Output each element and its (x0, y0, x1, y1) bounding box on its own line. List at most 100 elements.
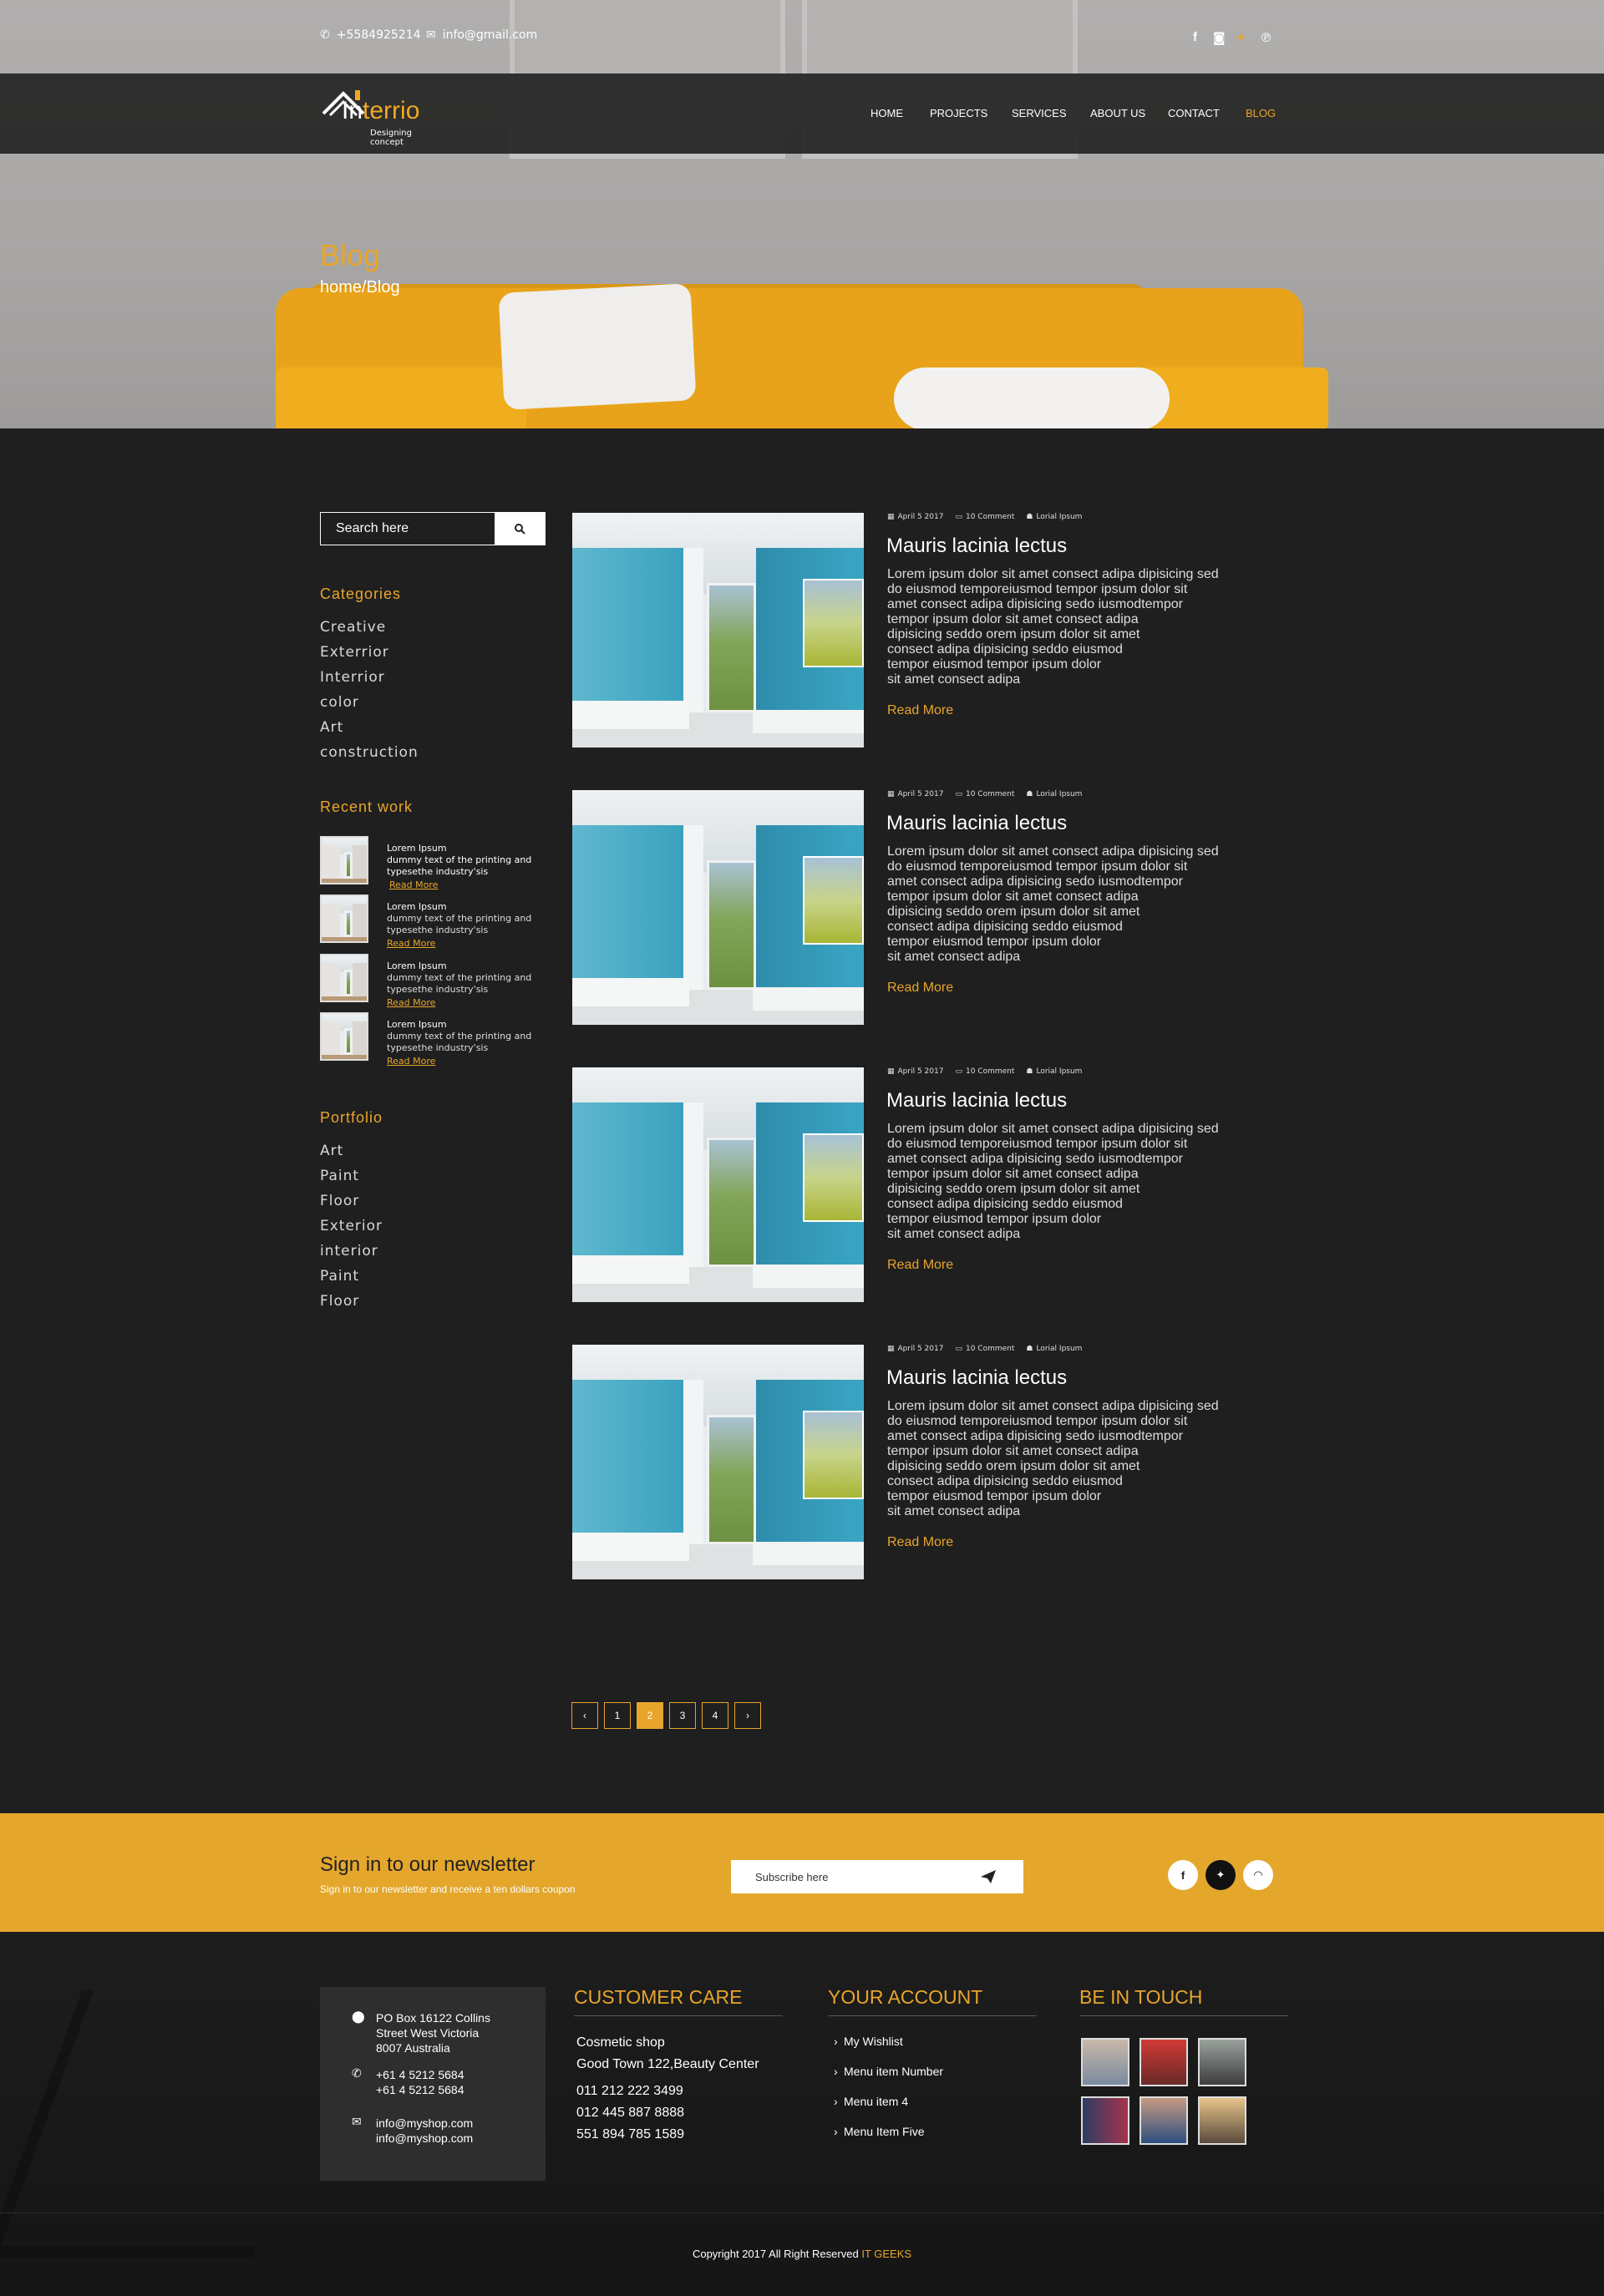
category-creative[interactable]: Creative (320, 619, 386, 636)
pagination-page-3[interactable]: 3 (669, 1702, 696, 1729)
category-color[interactable]: color (320, 694, 359, 711)
post-author[interactable]: Lorial Ipsum (1036, 790, 1082, 798)
recent-work-thumb[interactable] (320, 895, 368, 943)
nav-about-us[interactable]: ABOUT US (1090, 107, 1145, 119)
category-exterrior[interactable]: Exterrior (320, 644, 389, 661)
main-navbar: Interrio Designing concept HOME PROJECTS… (0, 73, 1604, 154)
gallery-photo[interactable] (1198, 2038, 1246, 2086)
user-icon: ☗ (1026, 1345, 1033, 1353)
post-image[interactable] (572, 790, 864, 1025)
comment-icon: ▭ (955, 1345, 962, 1353)
post-meta: ▦ April 5 2017 ▭ 10 Comment ☗ Lorial Ipsum (887, 790, 1082, 798)
post-read-more[interactable]: Read More (887, 981, 953, 996)
pagination-page-4[interactable]: 4 (702, 1702, 728, 1729)
recent-work-thumb[interactable] (320, 954, 368, 1002)
post-comments[interactable]: 10 Comment (966, 1345, 1014, 1353)
post-excerpt: Lorem ipsum dolor sit amet consect adipa… (887, 844, 1219, 964)
twitter-icon[interactable]: ✦ (1206, 1860, 1236, 1890)
post-read-more[interactable]: Read More (887, 1258, 953, 1273)
post-title[interactable]: Mauris lacinia lectus (886, 1366, 1067, 1390)
copyright: Copyright 2017 All Right Reserved IT GEE… (692, 2248, 912, 2260)
gallery-photo[interactable] (1198, 2096, 1246, 2145)
post-title[interactable]: Mauris lacinia lectus (886, 812, 1067, 835)
post-comments[interactable]: 10 Comment (966, 1067, 1014, 1076)
footer: ⬤ PO Box 16122 Collins Street West Victo… (0, 1932, 1604, 2296)
post-read-more[interactable]: Read More (887, 1535, 953, 1550)
account-link-menu-4[interactable]: Menu item 4 (844, 2095, 908, 2108)
post-read-more[interactable]: Read More (887, 703, 953, 718)
facebook-icon[interactable]: f (1168, 1860, 1198, 1890)
pinterest-icon[interactable]: ℗ (1260, 30, 1272, 45)
logo-text: Interrio (342, 97, 420, 124)
gallery-photo[interactable] (1081, 2096, 1129, 2145)
category-interrior[interactable]: Interrior (320, 669, 385, 686)
comment-icon: ▭ (955, 1067, 962, 1076)
nav-services[interactable]: SERVICES (1012, 107, 1067, 119)
recent-work-title: Lorem Ipsum (387, 960, 447, 971)
post-comments[interactable]: 10 Comment (966, 513, 1014, 521)
facebook-icon[interactable]: f (1193, 30, 1197, 44)
nav-projects[interactable]: PROJECTS (930, 107, 987, 119)
phone-contact[interactable]: ✆ +5584925214 (320, 28, 421, 42)
account-link-wishlist[interactable]: My Wishlist (844, 2035, 903, 2048)
recent-work-heading: Recent work (320, 798, 414, 815)
breadcrumb[interactable]: home/Blog (320, 278, 400, 297)
nav-contact[interactable]: CONTACT (1168, 107, 1220, 119)
post-image[interactable] (572, 1345, 864, 1579)
recent-work-read-more[interactable]: Read More (387, 938, 435, 949)
comment-icon: ▭ (955, 513, 962, 521)
nav-blog[interactable]: BLOG (1246, 107, 1276, 119)
portfolio-link-exterior[interactable]: Exterior (320, 1218, 383, 1234)
portfolio-link-art[interactable]: Art (320, 1143, 343, 1159)
phone-icon: ✆ (352, 2067, 362, 2081)
gallery-photo[interactable] (1140, 2038, 1188, 2086)
search-button[interactable] (495, 513, 545, 545)
portfolio-link-floor[interactable]: Floor (320, 1293, 359, 1310)
send-icon (981, 1870, 996, 1883)
brand-link[interactable]: IT GEEKS (861, 2248, 911, 2260)
recent-work-text: dummy text of the printing and typesethe… (387, 854, 532, 877)
post-title[interactable]: Mauris lacinia lectus (886, 1089, 1067, 1113)
post-title[interactable]: Mauris lacinia lectus (886, 535, 1067, 558)
email-contact[interactable]: ✉ info@gmail.com (426, 28, 537, 42)
portfolio-link-floor[interactable]: Floor (320, 1193, 359, 1209)
recent-work-thumb[interactable] (320, 1012, 368, 1061)
category-art[interactable]: Art (320, 719, 343, 736)
top-bar: ✆ +5584925214 ✉ info@gmail.com f ◙ ✦ ℗ (0, 0, 1604, 73)
twitter-icon[interactable]: ✦ (1236, 30, 1246, 45)
post-comments[interactable]: 10 Comment (966, 790, 1014, 798)
instagram-icon[interactable]: ◙ (1213, 30, 1226, 45)
post-author[interactable]: Lorial Ipsum (1036, 513, 1082, 521)
post-image[interactable] (572, 513, 864, 748)
recent-work-read-more[interactable]: Read More (387, 997, 435, 1008)
gallery-photo[interactable] (1081, 2038, 1129, 2086)
email-text[interactable]: info@myshop.com info@myshop.com (376, 2116, 473, 2146)
gallery-photo[interactable] (1140, 2096, 1188, 2145)
recent-work-read-more[interactable]: Read More (387, 1056, 435, 1067)
category-construction[interactable]: construction (320, 744, 419, 761)
contact-box: ⬤ PO Box 16122 Collins Street West Victo… (320, 1987, 546, 2181)
user-icon: ☗ (1026, 790, 1033, 798)
recent-work-read-more[interactable]: Read More (389, 879, 438, 890)
rss-icon[interactable]: ◠ (1243, 1860, 1273, 1890)
phone-number: +5584925214 (336, 28, 421, 42)
pagination-page-1[interactable]: 1 (604, 1702, 631, 1729)
logo[interactable]: Interrio Designing concept (320, 87, 437, 147)
pagination-prev[interactable]: ‹ (571, 1702, 598, 1729)
portfolio-link-paint[interactable]: Paint (320, 1168, 359, 1184)
post-image[interactable] (572, 1067, 864, 1302)
user-icon: ☗ (1026, 513, 1033, 521)
post-author[interactable]: Lorial Ipsum (1036, 1345, 1082, 1353)
nav-home[interactable]: HOME (871, 107, 903, 119)
portfolio-link-interior[interactable]: interior (320, 1243, 378, 1260)
pagination-next[interactable]: › (734, 1702, 761, 1729)
account-link-menu-five[interactable]: Menu Item Five (844, 2125, 924, 2138)
post-author[interactable]: Lorial Ipsum (1036, 1067, 1082, 1076)
newsletter-submit-button[interactable] (976, 1865, 1001, 1888)
search-input[interactable] (321, 513, 495, 545)
recent-work-thumb[interactable] (320, 836, 368, 884)
pagination-page-2[interactable]: 2 (637, 1702, 663, 1729)
portfolio-link-paint[interactable]: Paint (320, 1268, 359, 1285)
post-date: April 5 2017 (897, 1345, 944, 1353)
account-link-menu-number[interactable]: Menu item Number (844, 2065, 943, 2078)
